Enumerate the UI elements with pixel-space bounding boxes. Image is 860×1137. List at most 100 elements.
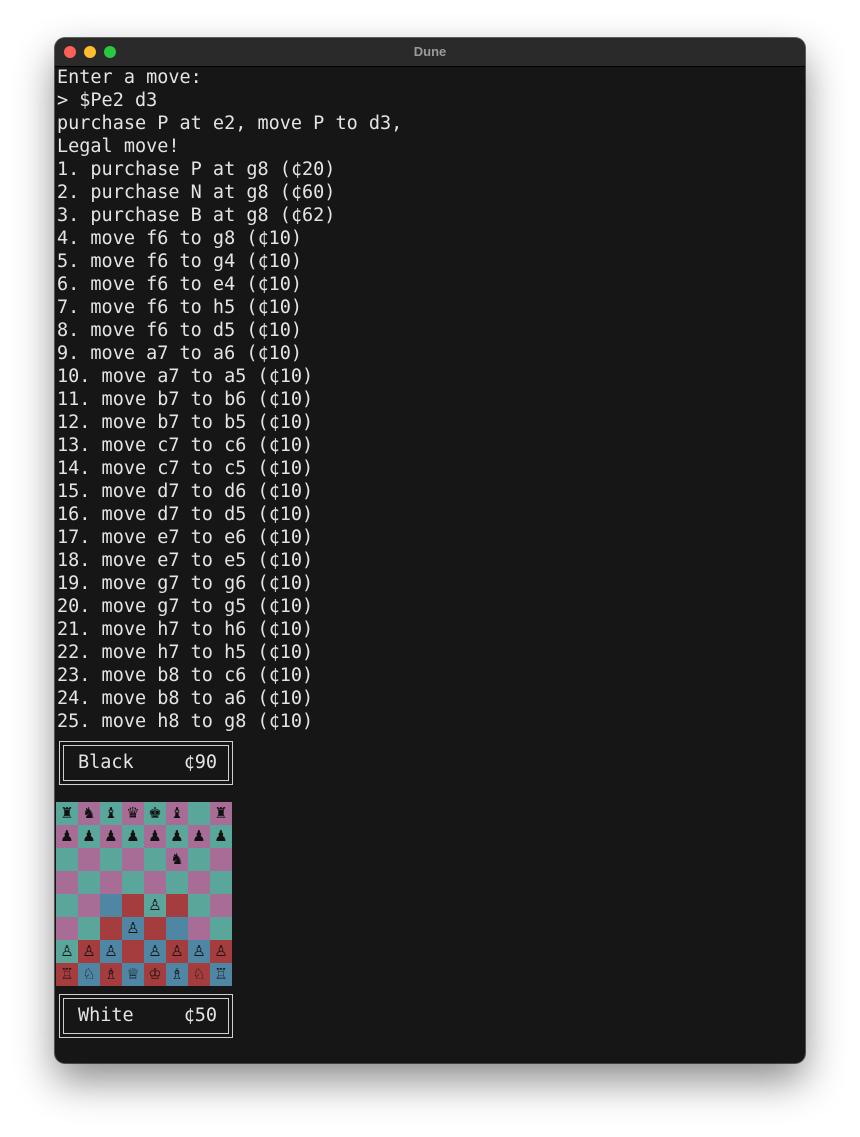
terminal-line: Enter a move: xyxy=(57,67,202,88)
board-square xyxy=(78,848,100,871)
terminal-line: 13. move c7 to c6 (¢10) xyxy=(57,435,314,456)
board-square xyxy=(144,871,166,894)
terminal-line: 10. move a7 to a5 (¢10) xyxy=(57,366,314,387)
board-square: ♝ xyxy=(100,802,122,825)
board-square xyxy=(144,848,166,871)
board-square xyxy=(78,871,100,894)
terminal-line: 19. move g7 to g6 (¢10) xyxy=(57,573,314,594)
board-square xyxy=(210,894,232,917)
terminal-line: 5. move f6 to g4 (¢10) xyxy=(57,251,303,272)
board-square: ♖ xyxy=(56,963,78,986)
terminal-window: Dune Enter a move: > $Pe2 d3 purchase P at… xyxy=(55,38,805,1063)
board-square xyxy=(100,848,122,871)
board-square: ♟ xyxy=(78,825,100,848)
board-square xyxy=(210,917,232,940)
black-player-panel: Black ¢90 xyxy=(59,741,233,785)
window-title: Dune xyxy=(413,44,447,59)
board-square: ♖ xyxy=(210,963,232,986)
board-square xyxy=(210,871,232,894)
terminal-line: 3. purchase B at g8 (¢62) xyxy=(57,205,336,226)
board-square: ♕ xyxy=(122,963,144,986)
board-square: ♜ xyxy=(210,802,232,825)
board-square xyxy=(188,894,210,917)
board-square xyxy=(122,848,144,871)
terminal-line: 24. move b8 to a6 (¢10) xyxy=(57,688,314,709)
board-square xyxy=(56,917,78,940)
terminal-line: purchase P at e2, move P to d3, xyxy=(57,113,403,134)
title-bar[interactable]: Dune xyxy=(55,38,805,67)
terminal-line: 2. purchase N at g8 (¢60) xyxy=(57,182,336,203)
white-player-name: White xyxy=(78,1005,134,1026)
board-square: ♟ xyxy=(210,825,232,848)
white-player-money: ¢50 xyxy=(183,1005,217,1026)
terminal-line: 12. move b7 to b5 (¢10) xyxy=(57,412,314,433)
board-square: ♞ xyxy=(78,802,100,825)
board-square: ♘ xyxy=(188,963,210,986)
terminal-line: 22. move h7 to h5 (¢10) xyxy=(57,642,314,663)
board-square: ♙ xyxy=(100,940,122,963)
board-square xyxy=(166,917,188,940)
board-square: ♟ xyxy=(166,825,188,848)
board-square: ♗ xyxy=(100,963,122,986)
terminal-line: 8. move f6 to d5 (¢10) xyxy=(57,320,303,341)
board-square xyxy=(100,917,122,940)
chess-board: ♜ ♞ ♝ ♛ ♚ ♝ ♜ ♟ ♟ ♟ ♟ ♟ ♟ ♟ ♟ ♞ ♙ ♙ ♙ ♙ ♙ ♙ ♙ ♙ ♙ ♖ ♘ ♗ ♕ ♔ ♗ ♘ ♖ xyxy=(56,802,232,986)
board-square xyxy=(100,871,122,894)
board-square xyxy=(56,894,78,917)
board-square: ♙ xyxy=(144,940,166,963)
board-square: ♟ xyxy=(188,825,210,848)
board-square: ♙ xyxy=(188,940,210,963)
board-square: ♙ xyxy=(144,894,166,917)
terminal-line: 16. move d7 to d5 (¢10) xyxy=(57,504,314,525)
board-square: ♙ xyxy=(166,940,188,963)
board-square: ♟ xyxy=(144,825,166,848)
board-square: ♘ xyxy=(78,963,100,986)
board-square: ♝ xyxy=(166,802,188,825)
terminal-line: 6. move f6 to e4 (¢10) xyxy=(57,274,303,295)
board-square xyxy=(78,894,100,917)
board-square: ♛ xyxy=(122,802,144,825)
terminal-line: 25. move h8 to g8 (¢10) xyxy=(57,711,314,732)
board-square: ♗ xyxy=(166,963,188,986)
board-square xyxy=(100,894,122,917)
board-square: ♜ xyxy=(56,802,78,825)
board-square: ♙ xyxy=(210,940,232,963)
board-square xyxy=(188,848,210,871)
board-square xyxy=(122,894,144,917)
board-square xyxy=(122,871,144,894)
terminal-line: 4. move f6 to g8 (¢10) xyxy=(57,228,303,249)
board-square: ♞ xyxy=(166,848,188,871)
terminal-line: 9. move a7 to a6 (¢10) xyxy=(57,343,303,364)
board-square xyxy=(56,848,78,871)
terminal-line: 7. move f6 to h5 (¢10) xyxy=(57,297,303,318)
board-square xyxy=(144,917,166,940)
board-square xyxy=(188,917,210,940)
terminal-line: 23. move b8 to c6 (¢10) xyxy=(57,665,314,686)
board-square: ♙ xyxy=(122,917,144,940)
board-square xyxy=(188,871,210,894)
terminal-line: 11. move b7 to b6 (¢10) xyxy=(57,389,314,410)
board-square xyxy=(188,802,210,825)
terminal-line: 17. move e7 to e6 (¢10) xyxy=(57,527,314,548)
terminal-line: 1. purchase P at g8 (¢20) xyxy=(57,159,336,180)
board-square xyxy=(210,848,232,871)
board-square xyxy=(166,871,188,894)
board-square: ♟ xyxy=(122,825,144,848)
terminal-line: 21. move h7 to h6 (¢10) xyxy=(57,619,314,640)
terminal-line: 15. move d7 to d6 (¢10) xyxy=(57,481,314,502)
board-square xyxy=(78,917,100,940)
board-square: ♟ xyxy=(56,825,78,848)
terminal-output[interactable]: Enter a move: > $Pe2 d3 purchase P at e2, … xyxy=(57,66,797,733)
black-player-name: Black xyxy=(78,752,134,773)
terminal-line: Legal move! xyxy=(57,136,180,157)
board-square: ♙ xyxy=(78,940,100,963)
terminal-line: 20. move g7 to g5 (¢10) xyxy=(57,596,314,617)
board-square: ♟ xyxy=(100,825,122,848)
terminal-line: 18. move e7 to e5 (¢10) xyxy=(57,550,314,571)
white-player-panel: White ¢50 xyxy=(59,994,233,1038)
terminal-line: > $Pe2 d3 xyxy=(57,90,158,111)
board-square: ♔ xyxy=(144,963,166,986)
board-square: ♙ xyxy=(56,940,78,963)
board-square xyxy=(56,871,78,894)
black-player-money: ¢90 xyxy=(183,752,217,773)
